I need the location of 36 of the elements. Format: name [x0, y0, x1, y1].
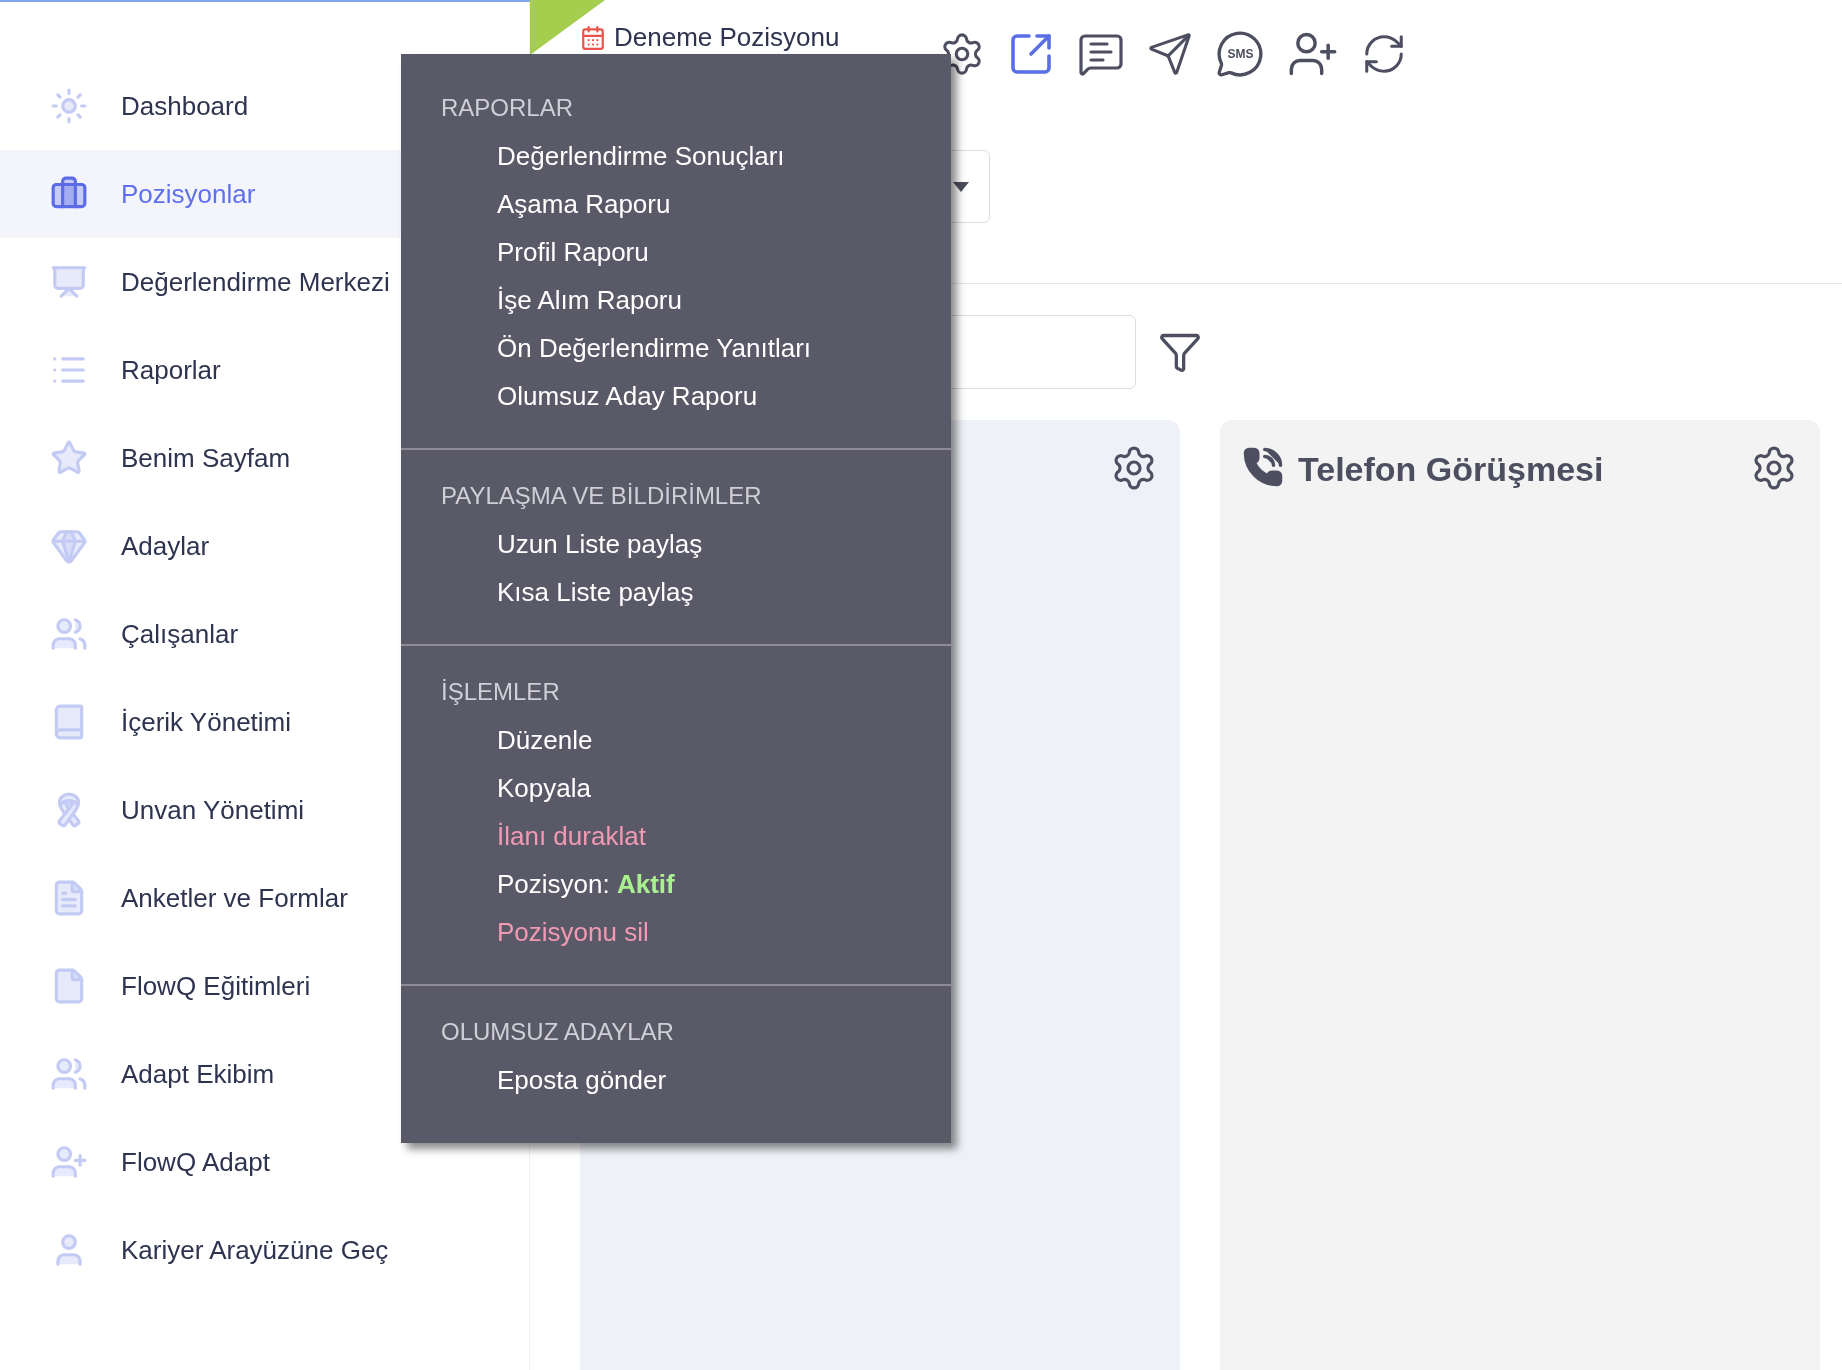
sidebar-item[interactable]: Benim Sayfam — [0, 414, 401, 502]
menu-item[interactable]: Uzun Liste paylaş — [401, 520, 951, 568]
menu-item[interactable]: Kısa Liste paylaş — [401, 568, 951, 616]
send-button[interactable] — [1147, 31, 1194, 77]
sidebar-item[interactable]: FlowQ Eğitimleri — [0, 942, 401, 1030]
sidebar-item[interactable]: Raporlar — [0, 326, 401, 414]
calendar-icon — [580, 24, 606, 51]
phone-icon — [1242, 446, 1284, 488]
stage-title: Telefon Görüşmesi — [1298, 449, 1604, 490]
menu-item[interactable]: İşe Alım Raporu — [401, 276, 951, 324]
sidebar-item[interactable]: Adaylar — [0, 502, 401, 590]
menu-item[interactable]: Düzenle — [401, 716, 951, 764]
menu-section-heading: RAPORLAR — [440, 93, 575, 123]
sidebar-item[interactable]: Değerlendirme Merkezi — [0, 238, 401, 326]
menu-item[interactable]: Eposta gönder — [401, 1056, 951, 1104]
menu-item[interactable]: Aşama Raporu — [401, 180, 951, 228]
sidebar-item[interactable]: Dashboard — [0, 62, 401, 150]
sidebar-item[interactable]: Anketler ve Formlar — [0, 854, 401, 942]
sidebar-item[interactable]: Pozisyonlar — [0, 150, 401, 238]
menu-item[interactable]: Pozisyon: Aktif — [401, 860, 951, 908]
position-title: Deneme Pozisyonu — [614, 21, 840, 54]
menu-item[interactable]: Olumsuz Aday Raporu — [401, 372, 951, 420]
caret-icon — [953, 181, 969, 192]
menu-section-heading: OLUMSUZ ADAYLAR — [440, 1017, 675, 1047]
sidebar-item[interactable]: Çalışanlar — [0, 590, 401, 678]
sidebar-item[interactable]: FlowQ Adapt — [0, 1118, 401, 1206]
menu-section-heading: İŞLEMLER — [440, 677, 561, 707]
sidebar-item[interactable]: İçerik Yönetimi — [0, 678, 401, 766]
sidebar-item[interactable]: Unvan Yönetimi — [0, 766, 401, 854]
menu-item[interactable]: Ön Değerlendirme Yanıtları — [401, 324, 951, 372]
menu-item[interactable]: Değerlendirme Sonuçları — [401, 132, 951, 180]
sidebar-item[interactable]: Adapt Ekibim — [0, 1030, 401, 1118]
sidebar-item[interactable]: Kariyer Arayüzüne Geç — [0, 1206, 401, 1294]
menu-item[interactable]: Kopyala — [401, 764, 951, 812]
menu-section-heading: PAYLAŞMA VE BİLDİRİMLER — [440, 481, 763, 511]
menu-item[interactable]: Profil Raporu — [401, 228, 951, 276]
